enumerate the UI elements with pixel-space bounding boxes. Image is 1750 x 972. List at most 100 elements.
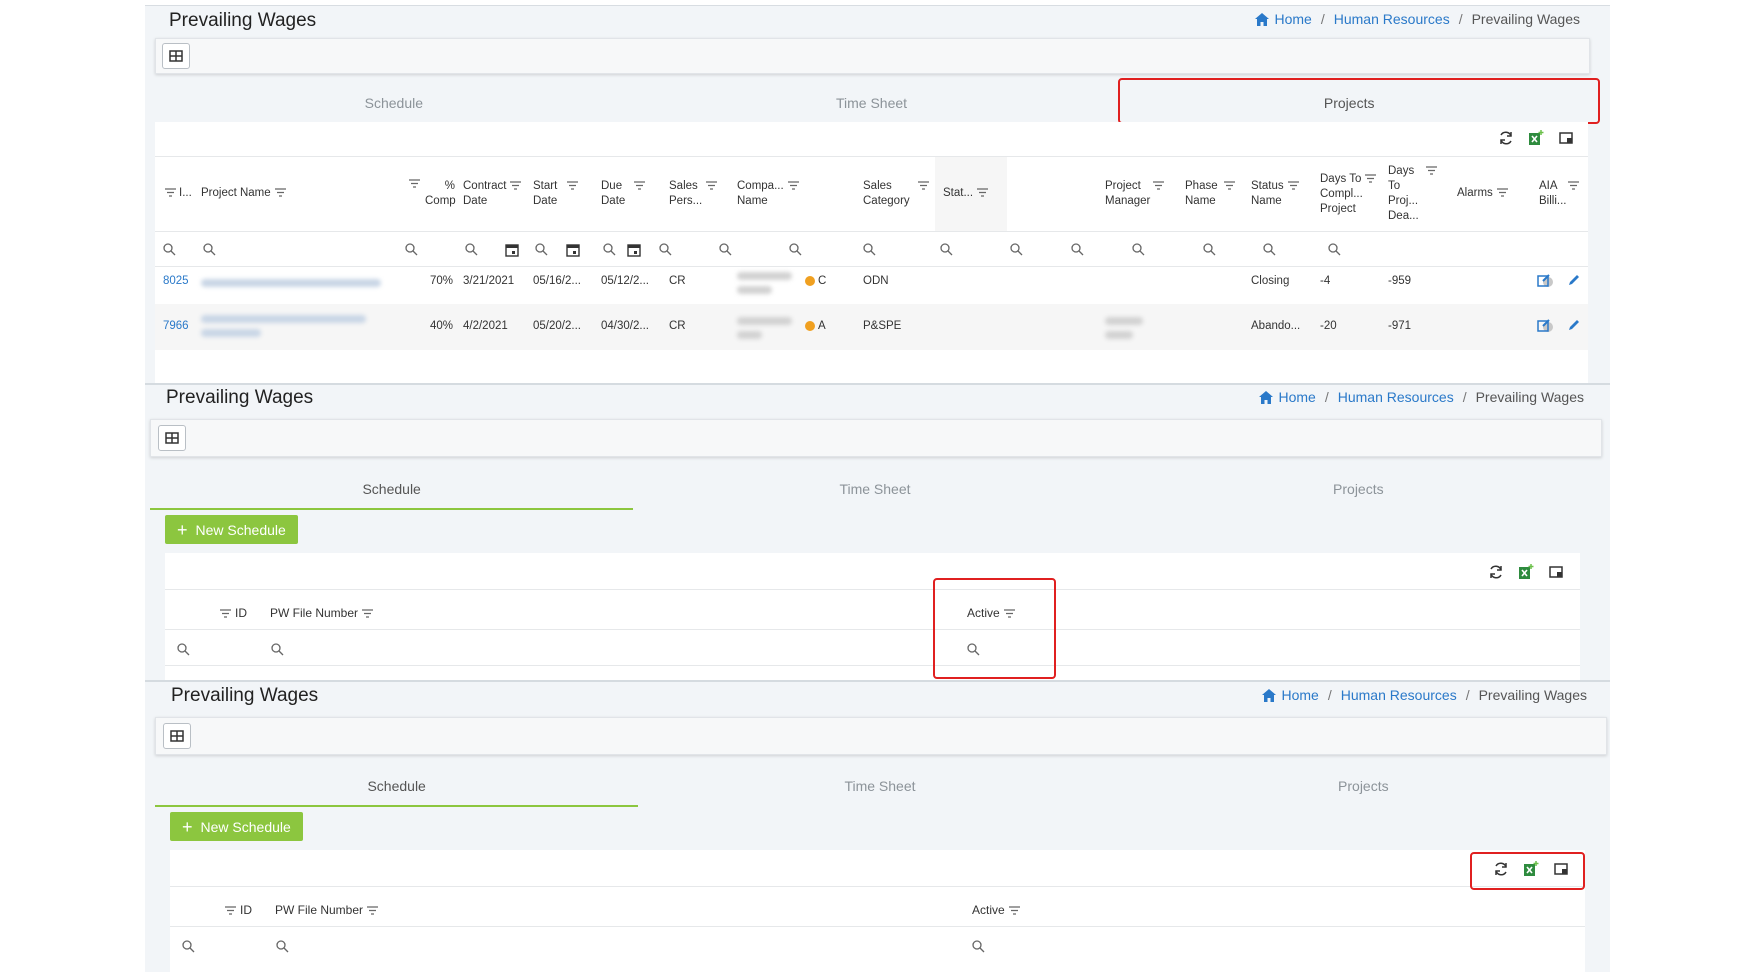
breadcrumb-home[interactable]: Home — [1275, 11, 1312, 27]
header-contract-date[interactable]: Contract Date — [463, 179, 522, 209]
filter-icon[interactable] — [977, 188, 989, 198]
header-sales-person[interactable]: Sales Pers... — [669, 179, 717, 209]
tab-projects[interactable]: Projects — [1117, 470, 1600, 510]
column-chooser-icon[interactable] — [1548, 564, 1564, 580]
header-company-name[interactable]: Compa... Name — [737, 179, 799, 209]
search-icon[interactable] — [659, 243, 672, 256]
tab-schedule[interactable]: Schedule — [155, 767, 639, 807]
search-icon[interactable] — [465, 243, 478, 256]
header-active[interactable]: Active — [972, 903, 1020, 918]
tab-time-sheet[interactable]: Time Sheet — [633, 84, 1111, 124]
filter-icon[interactable] — [367, 906, 379, 915]
filter-icon[interactable] — [274, 188, 286, 198]
table-view-button[interactable] — [162, 43, 190, 69]
header-pw-file-number[interactable]: PW File Number — [275, 903, 379, 918]
header-due-date[interactable]: Due Date — [601, 179, 646, 209]
table-view-button[interactable] — [158, 425, 186, 451]
breadcrumb-human-resources[interactable]: Human Resources — [1338, 389, 1454, 405]
filter-icon[interactable] — [225, 906, 236, 915]
header-start-date[interactable]: Start Date — [533, 179, 579, 209]
tab-schedule[interactable]: Schedule — [150, 470, 634, 510]
calendar-icon[interactable] — [505, 243, 519, 257]
search-icon[interactable] — [1263, 243, 1276, 256]
search-icon[interactable] — [177, 643, 190, 656]
search-icon[interactable] — [163, 243, 176, 256]
filter-icon[interactable] — [510, 181, 522, 191]
filter-icon[interactable] — [1496, 188, 1508, 198]
tab-schedule[interactable]: Schedule — [155, 84, 633, 124]
filter-icon[interactable] — [1567, 181, 1579, 191]
filter-icon[interactable] — [787, 181, 799, 191]
search-icon[interactable] — [789, 243, 802, 256]
new-schedule-button[interactable]: + New Schedule — [170, 812, 303, 841]
search-icon[interactable] — [940, 243, 953, 256]
search-icon[interactable] — [972, 940, 985, 953]
search-icon[interactable] — [603, 243, 616, 256]
filter-icon[interactable] — [220, 609, 231, 618]
cell-id[interactable]: 8025 — [163, 275, 189, 287]
search-icon[interactable] — [271, 643, 284, 656]
search-icon[interactable] — [719, 243, 732, 256]
filter-icon[interactable] — [634, 181, 646, 191]
filter-icon[interactable] — [567, 181, 579, 191]
table-view-button[interactable] — [163, 723, 191, 749]
breadcrumb-human-resources[interactable]: Human Resources — [1341, 687, 1457, 703]
header-id[interactable]: ID — [225, 903, 252, 918]
search-icon[interactable] — [863, 243, 876, 256]
filter-icon[interactable] — [165, 188, 176, 198]
breadcrumb-home[interactable]: Home — [1282, 687, 1319, 703]
header-id[interactable]: I... — [165, 186, 192, 201]
search-icon[interactable] — [1203, 243, 1216, 256]
cell-id[interactable]: 7966 — [163, 320, 189, 332]
header-days-to-compl[interactable]: Days To Compl... Project — [1320, 172, 1377, 217]
header-aia-billing[interactable]: AIA Billi... — [1539, 179, 1579, 209]
header-status-name[interactable]: Status Name — [1251, 179, 1299, 209]
header-pw-file-number[interactable]: PW File Number — [270, 606, 374, 621]
filter-icon[interactable] — [1152, 181, 1164, 191]
calendar-icon[interactable] — [566, 243, 580, 257]
refresh-icon[interactable] — [1488, 564, 1504, 580]
pencil-icon[interactable] — [1567, 318, 1581, 332]
filter-icon[interactable] — [917, 181, 929, 191]
header-pct-comp[interactable]: % Comp — [425, 179, 456, 209]
search-icon[interactable] — [1328, 243, 1341, 256]
tab-time-sheet[interactable]: Time Sheet — [633, 470, 1116, 510]
refresh-icon[interactable] — [1498, 130, 1514, 146]
breadcrumb-home[interactable]: Home — [1279, 389, 1316, 405]
filter-icon[interactable] — [409, 179, 420, 188]
excel-export-icon[interactable] — [1518, 564, 1534, 580]
header-project-name[interactable]: Project Name — [201, 186, 286, 201]
header-sales-category[interactable]: Sales Category — [863, 179, 929, 209]
header-project-manager[interactable]: Project Manager — [1105, 179, 1164, 209]
tab-time-sheet[interactable]: Time Sheet — [638, 767, 1121, 807]
excel-export-icon[interactable] — [1528, 130, 1544, 146]
calendar-icon[interactable] — [627, 243, 641, 257]
tab-projects[interactable]: Projects — [1122, 767, 1605, 807]
search-icon[interactable] — [276, 940, 289, 953]
search-icon[interactable] — [405, 243, 418, 256]
search-icon[interactable] — [1132, 243, 1145, 256]
new-schedule-button[interactable]: + New Schedule — [165, 515, 298, 544]
filter-icon[interactable] — [1365, 174, 1377, 184]
header-days-to-proj[interactable]: Days To Proj... Dea... — [1388, 164, 1438, 224]
search-icon[interactable] — [203, 243, 216, 256]
search-icon[interactable] — [182, 940, 195, 953]
filter-icon[interactable] — [1223, 181, 1235, 191]
filter-icon[interactable] — [1287, 181, 1299, 191]
column-chooser-icon[interactable] — [1558, 130, 1574, 146]
filter-icon[interactable] — [362, 609, 374, 618]
filter-icon[interactable] — [1426, 166, 1438, 176]
filter-icon[interactable] — [1008, 906, 1020, 915]
header-phase-name[interactable]: Phase Name — [1185, 179, 1235, 209]
edit-icon[interactable] — [1537, 273, 1551, 287]
search-icon[interactable] — [1010, 243, 1023, 256]
filter-icon[interactable] — [705, 181, 717, 191]
header-alarms[interactable]: Alarms — [1457, 186, 1508, 201]
search-icon[interactable] — [535, 243, 548, 256]
header-id[interactable]: ID — [220, 606, 247, 621]
edit-icon[interactable] — [1537, 318, 1551, 332]
search-icon[interactable] — [1071, 243, 1084, 256]
pencil-icon[interactable] — [1567, 273, 1581, 287]
breadcrumb-human-resources[interactable]: Human Resources — [1334, 11, 1450, 27]
header-status[interactable]: Stat... — [943, 186, 989, 201]
